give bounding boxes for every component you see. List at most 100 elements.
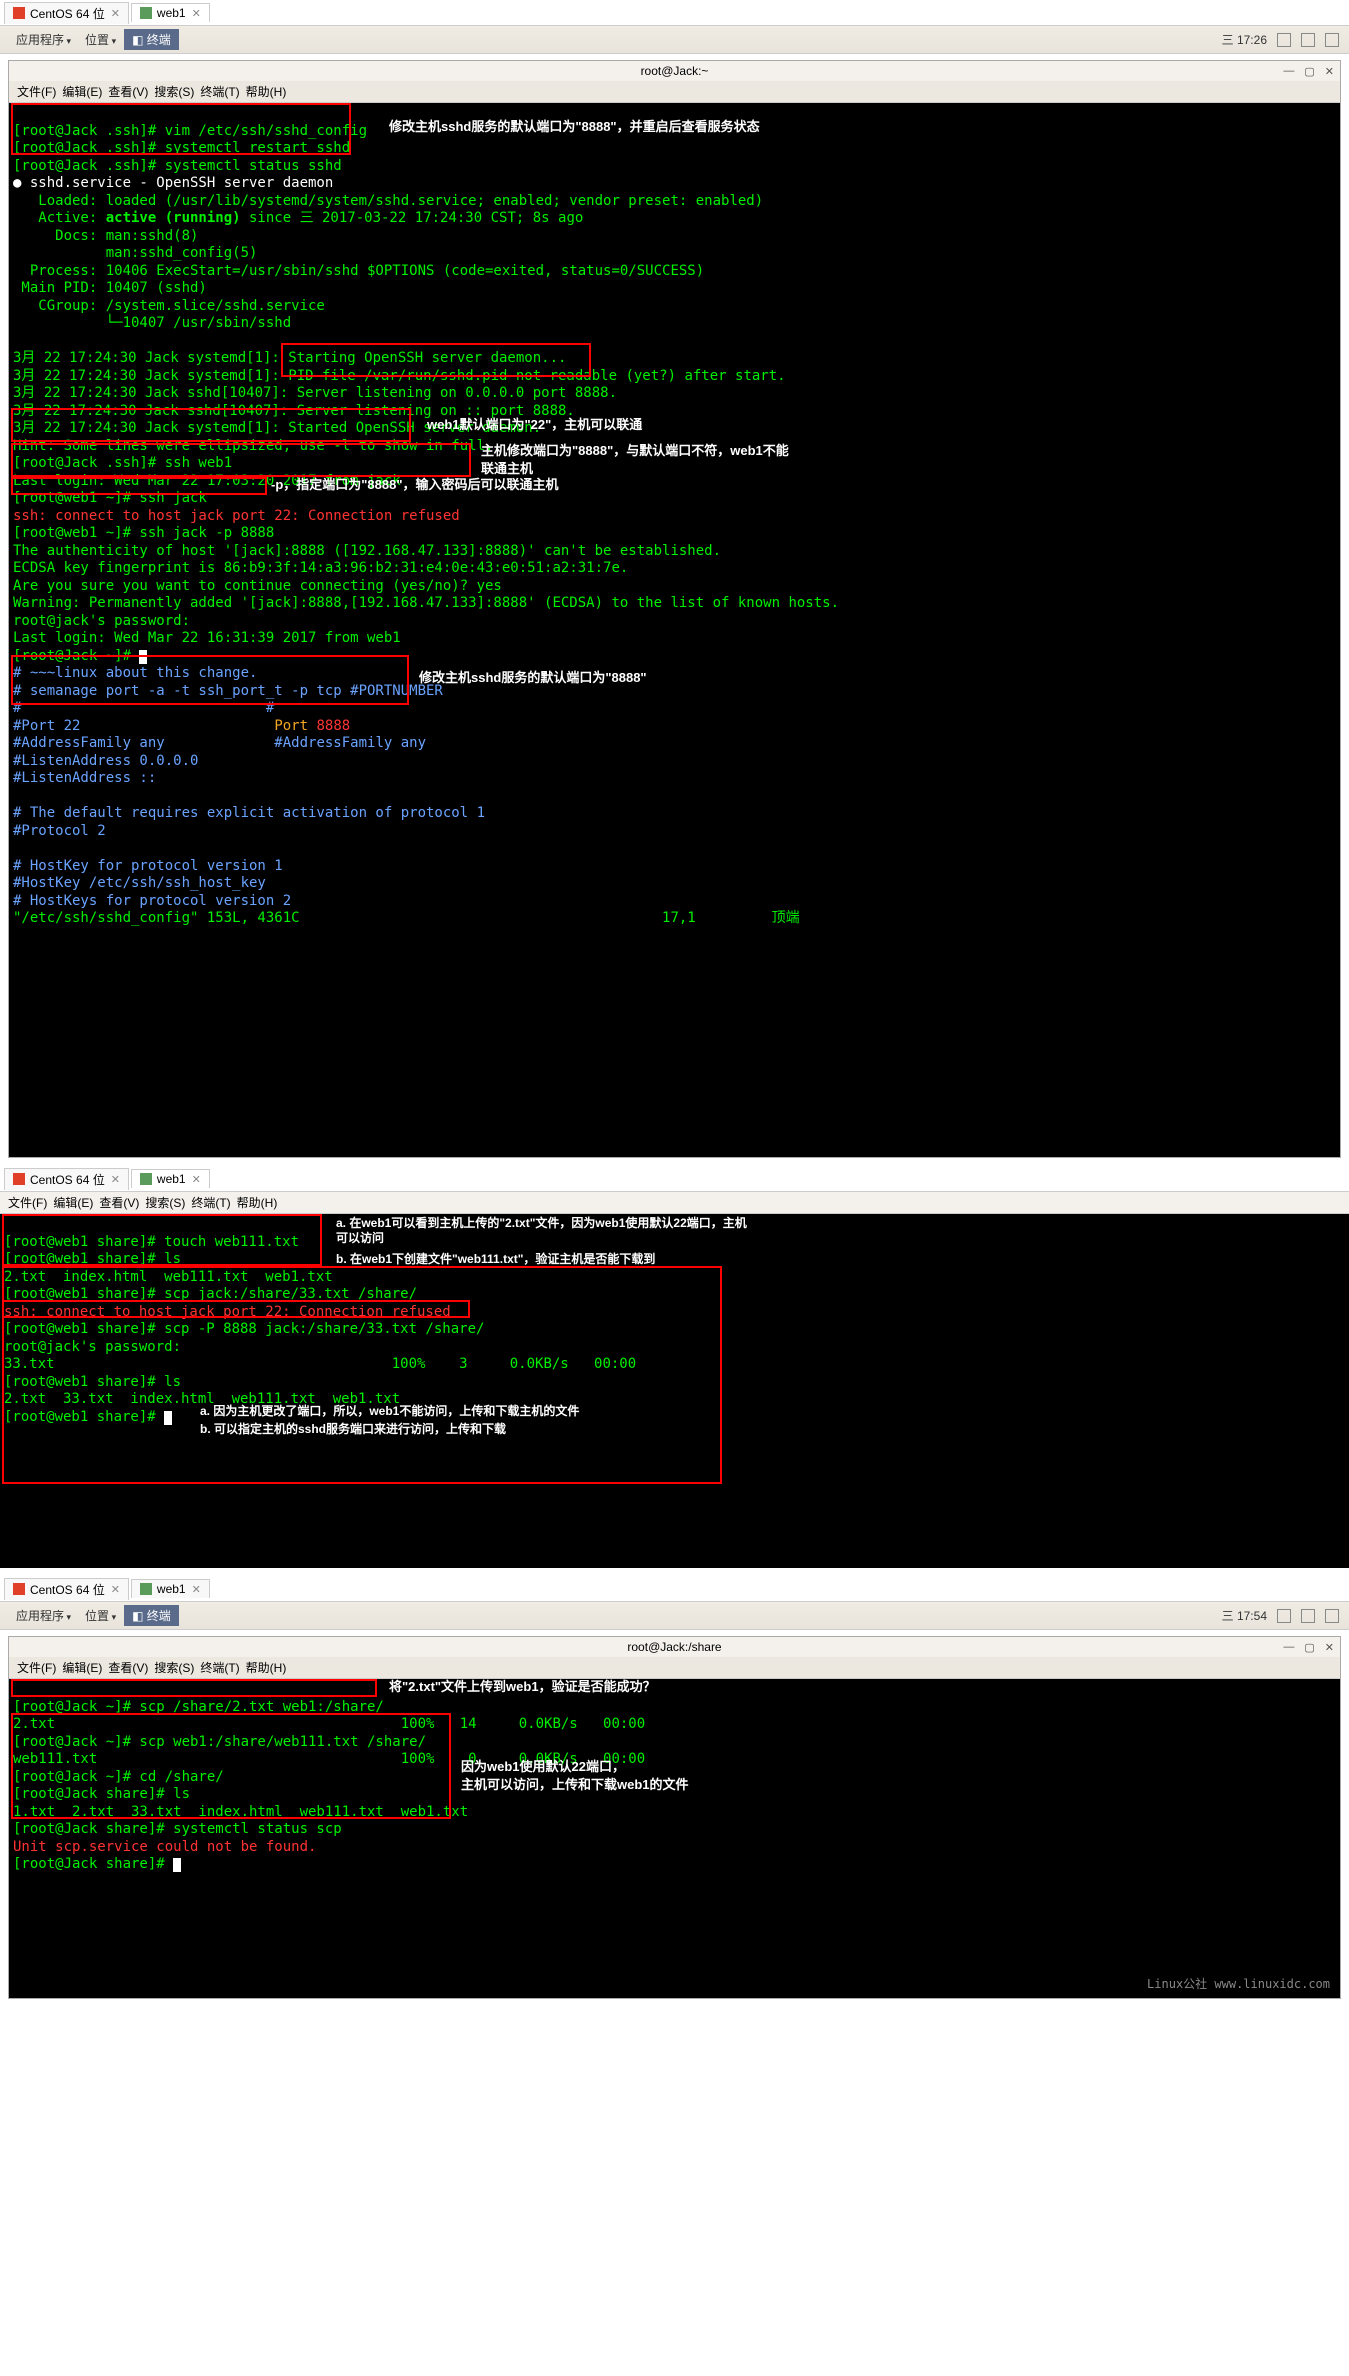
close-icon[interactable]: ✕ [192, 1173, 201, 1186]
vm-tab-web1[interactable]: web1✕ [131, 3, 210, 22]
menu[interactable]: 终端(T) [198, 1659, 241, 1676]
menu[interactable]: 帮助(H) [244, 1659, 289, 1676]
box-scp2txt [11, 1679, 377, 1697]
vm-tab-web1[interactable]: web1 ✕ [131, 1169, 210, 1188]
vm-tab-label: CentOS 64 位 [30, 1171, 105, 1188]
menu[interactable]: 文件(F) [6, 1194, 49, 1211]
vm-icon [13, 1173, 25, 1185]
vm-tab-label: CentOS 64 位 [30, 1581, 105, 1598]
line: Last login: Wed Mar 22 16:31:39 2017 fro… [13, 630, 401, 646]
note-na: a. 因为主机更改了端口，所以，web1不能访问，上传和下载主机的文件 [200, 1404, 579, 1419]
menu-places[interactable]: 位置 [79, 31, 122, 48]
menu-help[interactable]: 帮助(H) [244, 83, 289, 100]
line: #AddressFamily any [274, 735, 426, 751]
vm-tabs-mid: CentOS 64 位 ✕ web1 ✕ [0, 1166, 1349, 1192]
line: # HostKey for protocol version 1 [13, 858, 283, 874]
section-mid: CentOS 64 位 ✕ web1 ✕ 文件(F) 编辑(E) 查看(V) 搜索(… [0, 1166, 1349, 1568]
taskbar-terminal[interactable]: ◧ 终端 [124, 29, 179, 50]
close-button[interactable]: ✕ [1325, 1641, 1334, 1654]
line: 3月 22 17:24:30 Jack systemd[1]: PID file… [13, 368, 786, 384]
note-5: 修改主机sshd服务的默认端口为"8888" [419, 670, 647, 686]
terminal-body[interactable]: [root@Jack ~]# scp /share/2.txt web1:/sh… [9, 1679, 1340, 1998]
menu-bar: 文件(F) 编辑(E) 查看(V) 搜索(S) 终端(T) 帮助(H) [0, 1192, 1349, 1214]
vm-icon [140, 1173, 152, 1185]
user-icon[interactable] [1325, 1609, 1339, 1623]
vm-tab-centos[interactable]: CentOS 64 位 ✕ [4, 1168, 129, 1190]
maximize-button[interactable]: ▢ [1304, 1641, 1314, 1654]
prompt: [root@Jack share]# [13, 1856, 173, 1872]
menu[interactable]: 帮助(H) [235, 1194, 280, 1211]
note-3a: 主机修改端口为"8888"，与默认端口不符，web1不能 [481, 443, 789, 459]
menu[interactable]: 编辑(E) [60, 1659, 104, 1676]
menu-edit[interactable]: 编辑(E) [60, 83, 104, 100]
menu-places[interactable]: 位置 [79, 1607, 122, 1624]
close-icon[interactable]: ✕ [111, 1173, 120, 1186]
menu[interactable]: 查看(V) [97, 1194, 141, 1211]
menu[interactable]: 文件(F) [15, 1659, 58, 1676]
line: Warning: Permanently added '[jack]:8888,… [13, 595, 839, 611]
menu-applications[interactable]: 应用程序 [10, 31, 77, 48]
line: ECDSA key fingerprint is 86:b9:3f:14:a3:… [13, 560, 628, 576]
vm-icon [140, 7, 152, 19]
line: [root@Jack share]# ls [13, 1786, 190, 1802]
menu[interactable]: 搜索(S) [143, 1194, 187, 1211]
clock[interactable]: 三 17:54 [1222, 1607, 1267, 1624]
line: since 三 2017-03-22 17:24:30 CST; 8s ago [241, 210, 584, 226]
vm-tab-web1[interactable]: web1✕ [131, 1579, 210, 1598]
line: root@jack's password: [4, 1339, 189, 1355]
line: [root@web1 ~]# ssh jack -p 8888 [13, 525, 274, 541]
line: ● sshd.service - OpenSSH server daemon [13, 175, 333, 191]
power-icon[interactable] [1301, 1609, 1315, 1623]
menu[interactable]: 查看(V) [106, 1659, 150, 1676]
menu-terminal[interactable]: 终端(T) [198, 83, 241, 100]
minimize-button[interactable]: — [1283, 65, 1294, 78]
vm-tab-label: web1 [157, 1172, 186, 1186]
note-2: web1默认端口为"22"，主机可以联通 [427, 417, 642, 433]
line: #AddressFamily any [13, 735, 165, 751]
clock[interactable]: 三 17:26 [1222, 31, 1267, 48]
line: [root@Jack ~]# scp web1:/share/web111.tx… [13, 1734, 426, 1750]
menu-bar: 文件(F) 编辑(E) 查看(V) 搜索(S) 终端(T) 帮助(H) [9, 1657, 1340, 1679]
power-icon[interactable] [1301, 33, 1315, 47]
line: Docs: man:sshd(8) [13, 228, 198, 244]
vm-tab-centos[interactable]: CentOS 64 位✕ [4, 2, 129, 24]
menu-search[interactable]: 搜索(S) [152, 83, 196, 100]
line: ssh: connect to host jack port 22: Conne… [4, 1304, 451, 1320]
line: #Protocol 2 [13, 823, 106, 839]
close-icon[interactable]: ✕ [192, 7, 201, 20]
line: 2.txt 100% 14 0.0KB/s 00:00 [13, 1716, 679, 1732]
line: [root@web1 share]# ls [4, 1251, 181, 1267]
terminal-body[interactable]: [root@Jack .ssh]# vim /etc/ssh/sshd_conf… [9, 103, 1340, 1157]
user-icon[interactable] [1325, 33, 1339, 47]
line: Main PID: 10407 (sshd) [13, 280, 207, 296]
note-2b: 主机可以访问，上传和下载web1的文件 [461, 1777, 689, 1793]
menu-applications[interactable]: 应用程序 [10, 1607, 77, 1624]
menu[interactable]: 编辑(E) [51, 1194, 95, 1211]
line: 1.txt 2.txt 33.txt index.html web111.txt… [13, 1804, 468, 1820]
vim-status: "/etc/ssh/sshd_config" 153L, 4361C [13, 910, 300, 926]
close-button[interactable]: ✕ [1325, 65, 1334, 78]
menu-bar: 文件(F) 编辑(E) 查看(V) 搜索(S) 终端(T) 帮助(H) [9, 81, 1340, 103]
close-icon[interactable]: ✕ [111, 1583, 120, 1596]
line: The authenticity of host '[jack]:8888 ([… [13, 543, 721, 559]
note-nb: b. 可以指定主机的sshd服务端口来进行访问，上传和下载 [200, 1422, 506, 1437]
volume-icon[interactable] [1277, 33, 1291, 47]
minimize-button[interactable]: — [1283, 1641, 1294, 1654]
cursor [164, 1411, 172, 1425]
line: 3月 22 17:24:30 Jack systemd[1]: Starting… [13, 350, 566, 366]
volume-icon[interactable] [1277, 1609, 1291, 1623]
close-icon[interactable]: ✕ [192, 1583, 201, 1596]
menu-view[interactable]: 查看(V) [106, 83, 150, 100]
line: [root@web1 share]# touch web111.txt [4, 1234, 299, 1250]
vm-tab-centos[interactable]: CentOS 64 位 ✕ [4, 1578, 129, 1600]
close-icon[interactable]: ✕ [111, 7, 120, 20]
line: root@jack's password: [13, 613, 198, 629]
terminal-window: root@Jack:/share — ▢ ✕ 文件(F) 编辑(E) 查看(V)… [8, 1636, 1341, 1999]
taskbar-terminal[interactable]: ◧ 终端 [124, 1605, 179, 1626]
menu[interactable]: 终端(T) [189, 1194, 232, 1211]
menu[interactable]: 搜索(S) [152, 1659, 196, 1676]
menu-file[interactable]: 文件(F) [15, 83, 58, 100]
terminal-body[interactable]: [root@web1 share]# touch web111.txt [roo… [0, 1214, 1349, 1568]
maximize-button[interactable]: ▢ [1304, 65, 1314, 78]
line: [root@Jack ~]# cd /share/ [13, 1769, 224, 1785]
